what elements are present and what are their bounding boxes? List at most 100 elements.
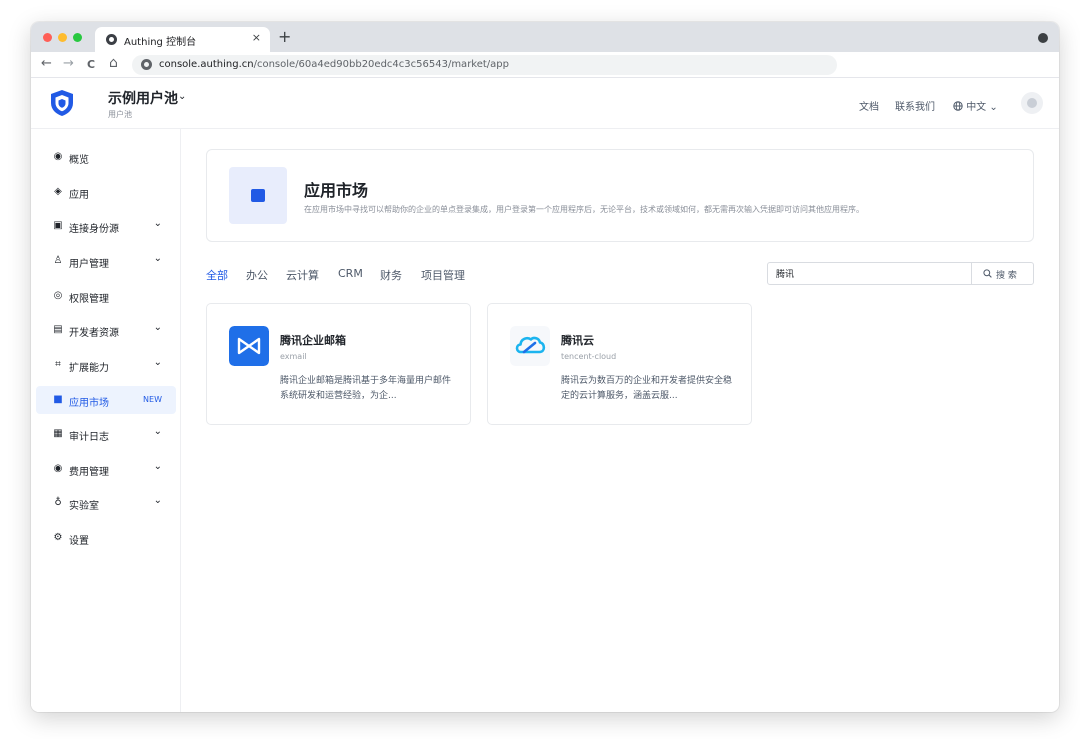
chevron-down-icon: ⌄ <box>153 357 162 368</box>
sidebar-item-app-market[interactable]: ■ 应用市场 NEW <box>36 386 176 414</box>
users-icon: ♙ <box>53 255 63 266</box>
tab-close-button[interactable]: × <box>252 31 261 44</box>
market-illustration-icon <box>229 167 287 224</box>
close-window-button[interactable] <box>43 33 52 42</box>
address-bar[interactable]: console.authing.cn/console/60a4ed90bb20e… <box>132 55 837 75</box>
chevron-down-icon: ⌄ <box>153 322 162 333</box>
browser-window: Authing 控制台 × + ← → C ⌂ console.authing.… <box>31 22 1059 712</box>
sidebar-item-label: 应用 <box>69 190 89 201</box>
reload-button[interactable]: C <box>87 57 95 73</box>
settings-icon: ⚙ <box>53 532 63 543</box>
app-card-exmail[interactable]: 腾讯企业邮箱 exmail 腾讯企业邮箱是腾讯基于多年海量用户邮件系统研发和运营… <box>206 303 471 425</box>
sidebar-item-label: 概览 <box>69 155 89 166</box>
developer-icon: ▤ <box>53 324 63 335</box>
market-icon: ■ <box>53 394 63 405</box>
sidebar-item-label: 应用市场 <box>69 398 109 409</box>
search-button[interactable]: 搜 索 <box>972 263 1033 284</box>
sidebar-item-identity-sources[interactable]: ▣ 连接身份源 ⌄ <box>36 212 176 240</box>
app-card-id: tencent-cloud <box>561 352 617 361</box>
authing-logo-icon[interactable] <box>49 89 75 117</box>
home-button[interactable]: ⌂ <box>109 55 118 71</box>
app-card-description: 腾讯企业邮箱是腾讯基于多年海量用户邮件系统研发和运营经验，为企... <box>280 376 452 401</box>
sidebar-item-label: 连接身份源 <box>69 224 119 235</box>
chevron-down-icon[interactable]: ⌄ <box>178 91 186 102</box>
filter-all[interactable]: 全部 <box>206 267 228 283</box>
filter-crm[interactable]: CRM <box>338 267 363 280</box>
site-info-icon[interactable] <box>141 59 152 70</box>
avatar[interactable] <box>1021 92 1043 114</box>
sidebar-item-label: 费用管理 <box>69 467 109 478</box>
sidebar-item-label: 审计日志 <box>69 432 109 443</box>
sidebar-item-billing[interactable]: ◉ 费用管理 ⌄ <box>36 455 176 483</box>
sidebar-item-label: 设置 <box>69 536 89 547</box>
url-text: console.authing.cn/console/60a4ed90bb20e… <box>159 59 509 70</box>
docs-link[interactable]: 文档 <box>859 98 879 113</box>
sidebar-item-extensions[interactable]: ⌗ 扩展能力 ⌄ <box>36 351 176 379</box>
sidebar-item-label: 权限管理 <box>69 294 109 305</box>
sidebar-item-label: 扩展能力 <box>69 363 109 374</box>
sidebar-item-overview[interactable]: ◉ 概览 <box>36 143 176 171</box>
filter-project-management[interactable]: 项目管理 <box>421 267 465 283</box>
back-button[interactable]: ← <box>41 56 52 72</box>
apps-icon: ◈ <box>54 186 62 197</box>
app-header: 示例用户池 ⌄ 用户池 文档 联系我们 中文 ⌄ <box>31 79 1059 129</box>
market-banner: 应用市场 在应用市场中寻找可以帮助你的企业的单点登录集成，用户登录第一个应用程序… <box>206 149 1034 242</box>
filter-cloud[interactable]: 云计算 <box>286 267 319 283</box>
audit-log-icon: ▦ <box>53 428 63 439</box>
chevron-down-icon: ⌄ <box>989 102 998 113</box>
page-title: 应用市场 <box>304 181 369 200</box>
url-path: /console/60a4ed90bb20edc4c3c56543/market… <box>253 59 509 70</box>
maximize-window-button[interactable] <box>73 33 82 42</box>
sidebar-item-permissions[interactable]: ◎ 权限管理 <box>36 282 176 310</box>
chevron-down-icon: ⌄ <box>153 426 162 437</box>
sidebar: ◉ 概览 ◈ 应用 ▣ 连接身份源 ⌄ ♙ 用户管理 ⌄ ◎ 权限管理 ▤ 开发… <box>31 129 181 712</box>
permission-icon: ◎ <box>53 290 63 301</box>
url-host: console.authing.cn <box>159 59 254 70</box>
chevron-down-icon: ⌄ <box>153 253 162 264</box>
app-card-name: 腾讯云 <box>561 334 594 347</box>
sidebar-item-developer-resources[interactable]: ▤ 开发者资源 ⌄ <box>36 316 176 344</box>
chevron-down-icon: ⌄ <box>153 495 162 506</box>
minimize-window-button[interactable] <box>58 33 67 42</box>
search-button-label: 搜 索 <box>996 271 1017 281</box>
page-description: 在应用市场中寻找可以帮助你的企业的单点登录集成，用户登录第一个应用程序后，无论平… <box>304 205 864 214</box>
globe-icon <box>953 101 963 111</box>
favicon-icon <box>106 34 117 45</box>
extension-icon: ⌗ <box>55 359 61 370</box>
gauge-icon: ◉ <box>53 151 63 162</box>
app-search: 搜 索 <box>767 262 1034 285</box>
exmail-logo-icon <box>229 326 269 366</box>
chevron-down-icon: ⌄ <box>153 218 162 229</box>
sidebar-item-lab[interactable]: ♁ 实验室 ⌄ <box>36 489 176 517</box>
search-icon <box>983 269 992 278</box>
connection-icon: ▣ <box>53 220 63 231</box>
sidebar-item-audit-log[interactable]: ▦ 审计日志 ⌄ <box>36 420 176 448</box>
language-switcher[interactable]: 中文 ⌄ <box>953 98 998 113</box>
browser-profile-icon[interactable] <box>1038 33 1048 43</box>
contact-link[interactable]: 联系我们 <box>895 98 935 113</box>
lab-icon: ♁ <box>54 497 62 508</box>
filter-office[interactable]: 办公 <box>246 267 268 283</box>
tencent-cloud-logo-icon <box>510 326 550 366</box>
sidebar-item-apps[interactable]: ◈ 应用 <box>36 178 176 206</box>
filter-finance[interactable]: 财务 <box>380 267 402 283</box>
browser-tab[interactable]: Authing 控制台 × <box>95 27 270 52</box>
user-pool-subtitle: 用户池 <box>108 110 132 119</box>
billing-icon: ◉ <box>53 463 63 474</box>
sidebar-item-user-management[interactable]: ♙ 用户管理 ⌄ <box>36 247 176 275</box>
new-tab-button[interactable]: + <box>278 27 291 46</box>
sidebar-item-settings[interactable]: ⚙ 设置 <box>36 524 176 552</box>
new-badge: NEW <box>143 395 162 404</box>
browser-toolbar: ← → C ⌂ console.authing.cn/console/60a4e… <box>31 52 1059 78</box>
sidebar-item-label: 实验室 <box>69 501 99 512</box>
forward-button[interactable]: → <box>63 56 74 72</box>
chevron-down-icon: ⌄ <box>153 461 162 472</box>
user-pool-title[interactable]: 示例用户池 <box>108 88 178 108</box>
app-card-tencent-cloud[interactable]: 腾讯云 tencent-cloud 腾讯云为数百万的企业和开发者提供安全稳定的云… <box>487 303 752 425</box>
app-card-name: 腾讯企业邮箱 <box>280 334 346 347</box>
language-label: 中文 <box>966 102 987 113</box>
app-card-id: exmail <box>280 352 307 361</box>
app-card-description: 腾讯云为数百万的企业和开发者提供安全稳定的云计算服务，涵盖云服... <box>561 376 733 401</box>
search-input[interactable] <box>768 263 970 284</box>
sidebar-item-label: 用户管理 <box>69 259 109 270</box>
